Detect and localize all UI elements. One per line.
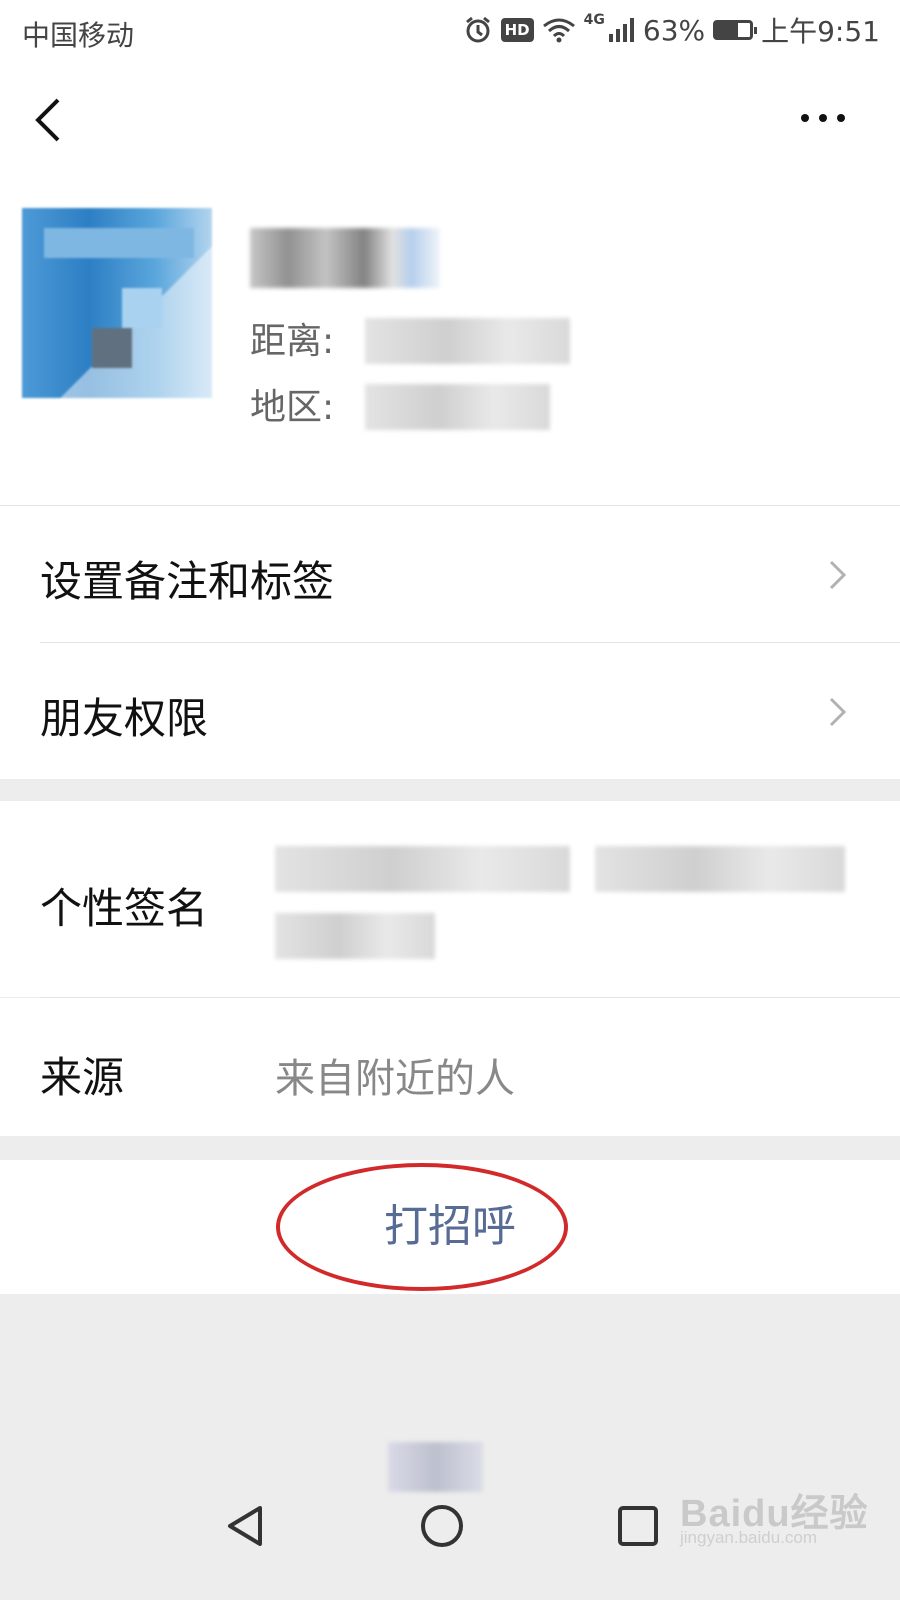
chevron-right-icon	[829, 697, 847, 727]
nickname-redacted	[250, 228, 440, 288]
signature-value-redacted	[275, 846, 570, 892]
distance-label: 距离:	[250, 321, 335, 362]
more-horizontal-icon	[801, 114, 845, 122]
source-label: 来源	[40, 1053, 125, 1102]
chevron-left-icon	[35, 98, 60, 142]
greet-row: 打招呼	[0, 1160, 900, 1294]
network-type: 4G	[583, 12, 605, 28]
menu-row-friend-permissions[interactable]: 朋友权限	[0, 643, 900, 779]
source-value: 来自附近的人	[275, 1056, 515, 1102]
signature-row: 个性签名	[0, 801, 900, 997]
wifi-icon	[542, 18, 575, 43]
source-row: 来源 来自附近的人	[0, 998, 900, 1136]
menu-label-remark-tags: 设置备注和标签	[40, 557, 335, 606]
status-time: 上午9:51	[761, 15, 880, 48]
nav-back-triangle-icon[interactable]	[222, 1502, 270, 1550]
back-button[interactable]	[24, 90, 84, 150]
distance-value-redacted	[365, 318, 570, 364]
watermark-url: jingyan.baidu.com	[680, 1528, 818, 1547]
alarm-icon	[465, 16, 490, 43]
nav-home-circle-icon[interactable]	[418, 1502, 466, 1550]
avatar[interactable]	[22, 208, 212, 398]
region-label: 地区:	[250, 387, 335, 428]
more-button[interactable]	[790, 90, 860, 150]
section-gap	[0, 1136, 900, 1160]
section-gap	[0, 779, 900, 801]
status-icons: HD 4G 63% 上午9:51	[463, 12, 880, 48]
say-hello-button[interactable]: 打招呼	[0, 1160, 900, 1294]
signature-value-redacted	[595, 846, 845, 892]
baidu-watermark: Baidu经验 jingyan.baidu.com	[672, 1476, 892, 1566]
region-value-redacted	[365, 384, 550, 430]
nav-recents-square-icon[interactable]	[614, 1502, 662, 1550]
menu-label-friend-permissions: 朋友权限	[40, 694, 209, 743]
status-bar: 中国移动 HD 4G 63% 上午9:51	[0, 0, 900, 62]
signature-value-redacted	[275, 913, 435, 959]
signature-label: 个性签名	[40, 884, 209, 933]
battery-percent: 63%	[642, 13, 706, 47]
menu-row-remark-tags[interactable]: 设置备注和标签	[0, 506, 900, 642]
signal-icon	[608, 18, 634, 42]
battery-icon	[713, 20, 758, 40]
carrier-name: 中国移动	[22, 19, 135, 52]
hd-badge: HD	[500, 18, 534, 42]
chevron-right-icon	[829, 560, 847, 590]
nav-bar	[0, 62, 900, 172]
